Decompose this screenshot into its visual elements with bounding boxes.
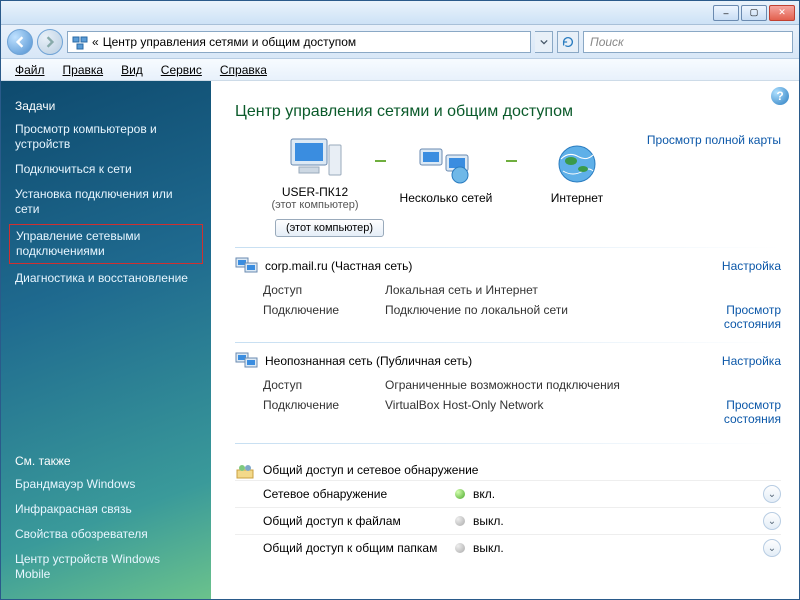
net1-access-key: Доступ <box>235 283 385 297</box>
network1-name: corp.mail.ru (Частная сеть) <box>265 259 412 273</box>
map-node-this-pc: USER-ПК12 (этот компьютер) <box>245 135 385 211</box>
sidebar-item-view-devices[interactable]: Просмотр компьютеров и устройств <box>1 117 211 157</box>
expand-button[interactable]: ⌄ <box>763 512 781 530</box>
expand-button[interactable]: ⌄ <box>763 539 781 557</box>
see-also-mobile-center[interactable]: Центр устройств Windows Mobile <box>1 547 211 587</box>
network-map: USER-ПК12 (этот компьютер) Несколько сет… <box>245 135 647 211</box>
search-input[interactable]: Поиск <box>583 31 793 53</box>
address-bar[interactable]: « Центр управления сетями и общим доступ… <box>67 31 531 53</box>
help-icon[interactable]: ? <box>771 87 789 105</box>
net2-access-key: Доступ <box>235 378 385 392</box>
network-block-2: Неопознанная сеть (Публичная сеть) Настр… <box>235 342 781 429</box>
map-node-pc-label: USER-ПК12 <box>282 185 348 199</box>
map-node-pc-sub: (этот компьютер) <box>271 199 358 211</box>
opt2-key: Общий доступ к общим папкам <box>235 541 455 555</box>
body: Задачи Просмотр компьютеров и устройств … <box>1 81 799 599</box>
status-dot-on-icon <box>455 489 465 499</box>
opt1-value: выкл. <box>473 514 763 528</box>
menu-help[interactable]: Справка <box>212 61 275 79</box>
globe-icon <box>547 141 607 187</box>
opt1-key: Общий доступ к файлам <box>235 514 455 528</box>
opt-file-sharing: Общий доступ к файлам выкл. ⌄ <box>235 507 781 534</box>
status-dot-off-icon <box>455 543 465 553</box>
see-also-firewall[interactable]: Брандмауэр Windows <box>1 472 211 497</box>
page-title: Центр управления сетями и общим доступом <box>235 103 781 121</box>
search-placeholder: Поиск <box>590 35 624 49</box>
opt0-value: вкл. <box>473 487 763 501</box>
net1-access-value: Локальная сеть и Интернет <box>385 283 681 297</box>
view-full-map-link[interactable]: Просмотр полной карты <box>647 133 781 147</box>
network-center-icon <box>72 34 88 50</box>
map-node-internet-label: Интернет <box>551 191 603 205</box>
net2-conn-key: Подключение <box>235 398 385 426</box>
network-icon <box>235 256 259 276</box>
see-also-internet-options[interactable]: Свойства обозревателя <box>1 522 211 547</box>
map-node-multi-label: Несколько сетей <box>400 191 493 205</box>
back-button[interactable] <box>7 29 33 55</box>
opt2-value: выкл. <box>473 541 763 555</box>
sidebar-item-manage-connections[interactable]: Управление сетевыми подключениями <box>9 224 203 264</box>
net1-conn-value: Подключение по локальной сети <box>385 303 681 331</box>
sidebar-tasks-title: Задачи <box>1 93 211 117</box>
net2-access-value: Ограниченные возможности подключения <box>385 378 681 392</box>
menu-tools[interactable]: Сервис <box>153 61 210 79</box>
forward-button[interactable] <box>37 29 63 55</box>
menu-bar: Файл Правка Вид Сервис Справка <box>1 59 799 81</box>
multi-network-icon <box>416 141 476 187</box>
status-dot-off-icon <box>455 516 465 526</box>
net2-view-status-link[interactable]: Просмотр состояния <box>681 398 781 426</box>
this-computer-button[interactable]: (этот компьютер) <box>275 219 384 237</box>
network-block-1: corp.mail.ru (Частная сеть) Настройка До… <box>235 247 781 334</box>
net1-conn-key: Подключение <box>235 303 385 331</box>
sidebar-item-connect[interactable]: Подключиться к сети <box>1 157 211 182</box>
close-button[interactable]: ✕ <box>769 5 795 21</box>
see-also-infrared[interactable]: Инфракрасная связь <box>1 497 211 522</box>
network-icon <box>235 351 259 371</box>
opt-network-discovery: Сетевое обнаружение вкл. ⌄ <box>235 480 781 507</box>
maximize-button[interactable]: ▢ <box>741 5 767 21</box>
nav-toolbar: « Центр управления сетями и общим доступ… <box>1 25 799 59</box>
network2-settings-link[interactable]: Настройка <box>722 354 781 368</box>
window-frame: – ▢ ✕ « Центр управления сетями и общим … <box>0 0 800 600</box>
menu-view[interactable]: Вид <box>113 61 151 79</box>
sharing-section-title: Общий доступ и сетевое обнаружение <box>235 460 781 480</box>
opt0-key: Сетевое обнаружение <box>235 487 455 501</box>
minimize-button[interactable]: – <box>713 5 739 21</box>
map-node-internet: Интернет <box>507 141 647 205</box>
address-dropdown[interactable] <box>535 31 553 53</box>
refresh-button[interactable] <box>557 31 579 53</box>
titlebar: – ▢ ✕ <box>1 1 799 25</box>
net1-view-status-link[interactable]: Просмотр состояния <box>681 303 781 331</box>
sidebar-see-also-title: См. также <box>1 448 211 472</box>
computer-icon <box>285 135 345 181</box>
menu-edit[interactable]: Правка <box>55 61 112 79</box>
sidebar-item-diagnose[interactable]: Диагностика и восстановление <box>1 266 211 291</box>
breadcrumb-text: Центр управления сетями и общим доступом <box>103 35 357 49</box>
breadcrumb-chevron: « <box>92 35 99 49</box>
map-node-multi-networks: Несколько сетей <box>376 141 516 205</box>
menu-file[interactable]: Файл <box>7 61 53 79</box>
main-panel: ? Центр управления сетями и общим доступ… <box>211 81 799 599</box>
network2-name: Неопознанная сеть (Публичная сеть) <box>265 354 472 368</box>
expand-button[interactable]: ⌄ <box>763 485 781 503</box>
sidebar: Задачи Просмотр компьютеров и устройств … <box>1 81 211 599</box>
net2-conn-value: VirtualBox Host-Only Network <box>385 398 681 426</box>
opt-public-folder-sharing: Общий доступ к общим папкам выкл. ⌄ <box>235 534 781 561</box>
network1-settings-link[interactable]: Настройка <box>722 259 781 273</box>
sidebar-item-setup-connection[interactable]: Установка подключения или сети <box>1 182 211 222</box>
sharing-icon <box>235 460 255 480</box>
